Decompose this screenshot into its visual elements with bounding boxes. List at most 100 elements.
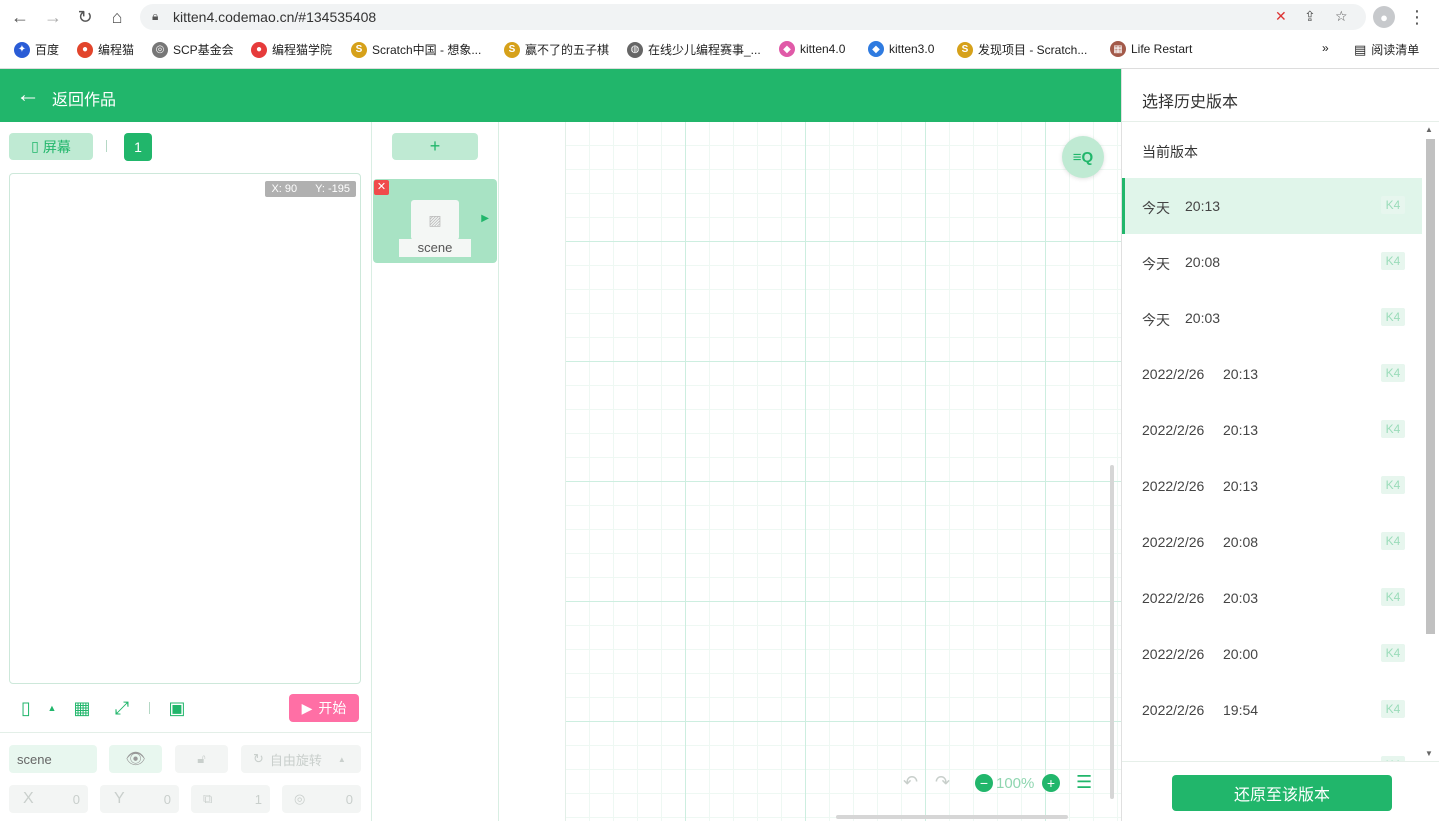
rotate-icon: ↻	[253, 751, 264, 766]
version-tag: K4	[1381, 420, 1405, 438]
horizontal-scrollbar[interactable]	[836, 815, 1068, 819]
search-blocks-icon[interactable]: ≡Q	[1062, 136, 1104, 178]
direction-icon: ◎	[294, 791, 306, 806]
stage-preview[interactable]: X: 90 Y: -195	[9, 173, 361, 684]
bookmark-item[interactable]: ◆ kitten4.0	[779, 41, 845, 57]
add-scene-button[interactable]: +	[392, 133, 478, 160]
version-row[interactable]: 2022/2/26 20:13 K4	[1122, 402, 1422, 458]
version-time: 20:13	[1223, 478, 1259, 494]
codemao-icon: ●	[77, 41, 93, 58]
version-row[interactable]: 2022/2/26 20:03 K4	[1122, 570, 1422, 626]
zoom-in-icon[interactable]: +	[1042, 774, 1060, 792]
scratch-icon: S	[351, 41, 367, 58]
bookmark-item[interactable]: ◆ kitten3.0	[868, 41, 934, 57]
divider	[106, 140, 107, 152]
screen-button[interactable]: ▯ 屏幕	[9, 133, 93, 160]
delete-scene-icon[interactable]: ✕	[374, 180, 389, 195]
bookmark-label: kitten4.0	[800, 42, 846, 56]
scene-card[interactable]: ✕ ▨ scene ▶	[373, 179, 497, 263]
scratch-icon: S	[504, 41, 520, 58]
version-row[interactable]: 2022/2/26 20:08 K4	[1122, 514, 1422, 570]
version-date: 今天	[1142, 256, 1170, 272]
version-row[interactable]: 2022/2/26 20:00 K4	[1122, 626, 1422, 682]
bookmark-item[interactable]: ● 编程猫学院	[251, 41, 332, 58]
bookmark-item[interactable]: ◎ SCP基金会	[152, 41, 234, 58]
version-date: 2022/2/26	[1142, 366, 1205, 382]
scroll-down-icon[interactable]: ▼	[1425, 749, 1433, 758]
redo-icon[interactable]: ↷	[935, 772, 950, 793]
menu-icon[interactable]: ⋮	[1405, 5, 1429, 29]
address-bar[interactable]: 🔒︎ kitten4.codemao.cn/#134535408 ✕ ⇪ ☆	[140, 4, 1366, 30]
version-row[interactable]: 2022/2/26 20:13 K4	[1122, 458, 1422, 514]
more-bookmarks-icon[interactable]: »	[1322, 41, 1329, 55]
workspace-grid[interactable]	[565, 122, 1121, 821]
bookmark-item[interactable]: ● 编程猫	[77, 41, 134, 58]
version-row[interactable]: 今天 20:08 K4	[1122, 234, 1422, 290]
lock-toggle-icon[interactable]: 🔓︎	[175, 745, 228, 773]
bookmark-item[interactable]: S 发现项目 - Scratch...	[957, 41, 1087, 58]
version-row[interactable]: 2022/2/26 19:54 K4	[1122, 682, 1422, 738]
reading-list-button[interactable]: ▤ 阅读清单	[1354, 41, 1419, 58]
phone-frame-icon[interactable]: ▯	[16, 698, 36, 718]
start-button[interactable]: ▶ 开始	[289, 694, 359, 722]
star-icon[interactable]: ☆	[1335, 8, 1348, 25]
version-date: 今天	[1142, 200, 1170, 216]
restore-version-button[interactable]: 还原至该版本	[1172, 775, 1392, 811]
back-icon[interactable]: ←	[8, 5, 32, 29]
expand-arrow-icon[interactable]: ▶	[481, 213, 489, 224]
version-time: 20:13	[1185, 198, 1221, 214]
home-icon[interactable]: ⌂	[105, 5, 129, 29]
rotation-style-select[interactable]: ↻ 自由旋转 ▲	[241, 745, 361, 773]
divider	[1122, 121, 1439, 122]
version-tag: K4	[1381, 532, 1405, 550]
version-time: 20:03	[1223, 590, 1259, 606]
version-row[interactable]: 2022/2/2619:49K4	[1122, 738, 1422, 761]
version-tag: K4	[1381, 364, 1405, 382]
coord-y: Y: -195	[315, 183, 350, 195]
undo-icon[interactable]: ↶	[903, 772, 918, 793]
scroll-up-icon[interactable]: ▲	[1425, 125, 1433, 134]
bookmark-item[interactable]: ◍ 在线少儿编程赛事_...	[627, 41, 761, 58]
bookmark-item[interactable]: ✦ 百度	[14, 41, 59, 58]
y-label: Y	[114, 790, 125, 807]
dropdown-arrow-icon[interactable]: ▲	[42, 698, 62, 718]
vertical-scrollbar[interactable]	[1110, 465, 1114, 799]
version-row[interactable]: 今天 20:03 K4	[1122, 290, 1422, 346]
share-icon[interactable]: ⇪	[1304, 8, 1316, 25]
bookmark-item[interactable]: S Scratch中国 - 想象...	[351, 41, 481, 58]
eye-icon[interactable]: 👁︎	[109, 745, 162, 773]
page-number-button[interactable]: 1	[124, 133, 152, 161]
kitten4-icon: ◆	[779, 41, 795, 57]
x-field[interactable]: X 0	[9, 785, 88, 813]
panel-title: 选择历史版本	[1142, 94, 1239, 111]
profile-avatar[interactable]: ●	[1373, 6, 1395, 28]
version-row[interactable]: 今天 20:13 K4	[1122, 178, 1422, 234]
y-field[interactable]: Y 0	[100, 785, 179, 813]
zoom-out-icon[interactable]: −	[975, 774, 993, 792]
version-time: 20:03	[1185, 310, 1221, 326]
name-field[interactable]: scene	[9, 745, 97, 773]
direction-field[interactable]: ◎ 0	[282, 785, 361, 813]
forward-icon[interactable]: →	[41, 5, 65, 29]
arrange-blocks-icon[interactable]: ☰	[1076, 772, 1092, 793]
reload-icon[interactable]: ↻	[73, 5, 97, 29]
back-arrow-icon[interactable]: ←	[16, 83, 40, 107]
version-date: 2022/2/26	[1142, 478, 1205, 494]
scrollbar-thumb[interactable]	[1426, 139, 1435, 634]
version-row[interactable]: 2022/2/26 20:13 K4	[1122, 346, 1422, 402]
play-preview-icon[interactable]: ▣	[167, 698, 187, 718]
blocked-icon[interactable]: ✕	[1275, 8, 1287, 25]
url-text[interactable]: kitten4.codemao.cn/#134535408	[173, 9, 376, 25]
divider	[149, 702, 150, 714]
grid-icon[interactable]: ▦	[72, 698, 92, 718]
bookmark-label: Scratch中国 - 想象...	[372, 43, 482, 57]
bookmark-item[interactable]: S 赢不了的五子棋	[504, 41, 609, 58]
fullscreen-icon[interactable]: ⤢	[112, 698, 132, 718]
back-to-works-link[interactable]: 返回作品	[52, 86, 116, 110]
scale-field[interactable]: ⧉ 1	[191, 785, 270, 813]
bookmark-label: 在线少儿编程赛事_...	[648, 43, 761, 57]
code-canvas[interactable]: ≡Q ↶ ↷ − 100% + ☰	[499, 122, 1121, 821]
app-header: ← 返回作品	[0, 69, 1121, 122]
zoom-level: 100%	[996, 775, 1035, 792]
bookmark-item[interactable]: ▦ Life Restart	[1110, 41, 1192, 57]
